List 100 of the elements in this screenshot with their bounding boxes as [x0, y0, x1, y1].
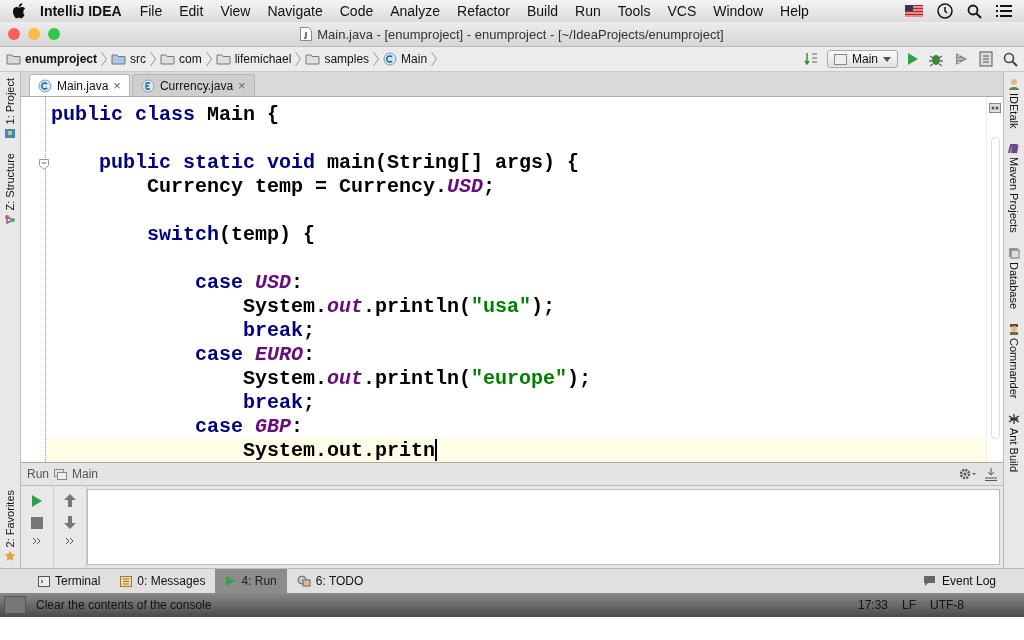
dropdown-arrow-icon — [883, 56, 891, 62]
more-icon[interactable] — [33, 538, 41, 544]
project-structure-icon[interactable] — [978, 51, 994, 67]
breadcrumb[interactable]: enumproject — [6, 52, 97, 66]
menu-item[interactable]: Window — [713, 3, 764, 19]
tool-window-tab[interactable]: 6: TODO — [286, 569, 374, 593]
line-separator[interactable]: LF — [902, 598, 916, 612]
code-line: Currency temp = Currency.USD; — [146, 174, 497, 198]
apple-logo-icon[interactable] — [12, 3, 26, 19]
commander-icon — [1008, 323, 1020, 336]
tool-window-tab[interactable]: 0: Messages — [110, 569, 216, 593]
window-icon — [54, 468, 67, 480]
flag-icon[interactable] — [905, 5, 923, 17]
package-folder-icon — [305, 53, 321, 65]
menu-icon[interactable] — [996, 5, 1012, 17]
menu-item[interactable]: View — [220, 3, 251, 19]
menu-item[interactable]: Refactor — [457, 3, 510, 19]
fold-marker-icon[interactable] — [39, 159, 49, 170]
tool-windows-toggle[interactable] — [4, 596, 26, 614]
terminal-icon — [38, 575, 50, 587]
code-line: System.out.println("usa"); — [242, 294, 557, 318]
menu-item[interactable]: Tools — [617, 3, 651, 19]
rerun-icon[interactable] — [31, 494, 43, 508]
console-output[interactable] — [87, 489, 1000, 565]
messages-icon — [120, 575, 133, 587]
tool-window-tab[interactable]: Z: Structure — [0, 153, 20, 226]
run-tab[interactable]: Main — [72, 467, 99, 481]
code-line: case USD: — [194, 270, 305, 294]
code-line: case GBP: — [194, 414, 305, 438]
tool-window-tab[interactable]: 2: Favorites — [0, 489, 20, 562]
sort-icon[interactable] — [804, 52, 818, 66]
run-configuration-dropdown[interactable]: Main — [827, 50, 898, 68]
more-icon[interactable] — [66, 538, 74, 544]
star-icon — [4, 550, 16, 562]
hide-panel-icon[interactable] — [985, 467, 997, 481]
maven-icon — [1008, 142, 1020, 155]
chevron-icon — [205, 51, 212, 67]
panel-title: Run — [27, 467, 49, 481]
cursor-position[interactable]: 17:33 — [857, 598, 888, 612]
tool-window-tab[interactable]: IDEtalk — [1004, 78, 1024, 129]
tool-window-tab[interactable]: 4: Run — [215, 569, 287, 593]
text-cursor — [435, 439, 438, 461]
package-folder-icon — [215, 53, 231, 65]
structure-icon — [4, 213, 16, 226]
folder-icon — [6, 53, 21, 65]
breadcrumb[interactable]: lifemichael — [215, 52, 292, 66]
search-icon[interactable] — [967, 3, 982, 19]
chevron-icon — [431, 51, 438, 67]
menu-item[interactable]: Code — [339, 3, 374, 19]
coverage-icon[interactable] — [953, 51, 969, 67]
event-log-tab[interactable]: Event Log — [922, 574, 996, 588]
run-icon[interactable] — [907, 52, 919, 66]
ant-icon — [1008, 412, 1020, 425]
down-arrow-icon[interactable] — [64, 516, 76, 529]
chevron-icon — [295, 51, 302, 67]
menu-item[interactable]: Help — [780, 3, 809, 19]
tool-window-tab[interactable]: 1: Project — [0, 78, 20, 140]
menu-item[interactable]: Navigate — [267, 3, 323, 19]
file-encoding[interactable]: UTF-8 — [930, 598, 964, 612]
tool-window-tab[interactable]: Database — [1004, 247, 1024, 310]
todo-icon — [296, 575, 311, 587]
inspector-icon[interactable] — [989, 103, 1001, 113]
chevron-icon — [101, 51, 107, 67]
code-line: System.out.println("europe"); — [242, 366, 593, 390]
tool-window-tab[interactable]: Commander — [1004, 323, 1024, 399]
tool-window-tab[interactable]: Terminal — [28, 569, 111, 593]
breadcrumb[interactable]: Main — [383, 52, 428, 66]
close-icon[interactable]: × — [113, 78, 121, 93]
class-icon — [383, 52, 398, 66]
menu-item[interactable]: File — [139, 3, 163, 19]
menu-item[interactable]: Run — [575, 3, 601, 19]
window-title: Main.java - [enumproject] - enumproject - [~/IdeaProjects/enumproject] — [317, 26, 724, 42]
close-window-button[interactable] — [8, 28, 20, 40]
tool-window-tab[interactable]: Ant Build — [1004, 412, 1024, 472]
app-menu[interactable]: IntelliJ IDEA — [40, 3, 122, 19]
up-arrow-icon[interactable] — [64, 494, 76, 507]
application-icon — [834, 53, 847, 65]
close-icon[interactable]: × — [238, 78, 246, 93]
breadcrumb[interactable]: samples — [305, 52, 370, 66]
class-icon — [38, 78, 52, 93]
breadcrumb[interactable]: com — [160, 52, 202, 66]
menu-item[interactable]: Build — [526, 3, 559, 19]
menu-item[interactable]: Analyze — [390, 3, 440, 19]
gear-icon[interactable] — [959, 468, 977, 480]
editor-tab[interactable]: Main.java × — [29, 74, 130, 96]
breadcrumb[interactable]: src — [111, 52, 146, 66]
scrollbar-thumb[interactable] — [991, 137, 1000, 439]
code-line: break; — [242, 390, 317, 414]
clock-icon[interactable] — [937, 3, 953, 19]
chevron-icon — [373, 51, 380, 67]
folder-icon — [4, 127, 16, 140]
status-message: Clear the contents of the console — [36, 598, 212, 612]
tool-window-tab[interactable]: Maven Projects — [1004, 142, 1024, 234]
search-icon[interactable] — [1003, 51, 1018, 67]
editor-tab[interactable]: Currency.java × — [131, 74, 255, 96]
java-file-icon — [300, 27, 313, 41]
menu-item[interactable]: VCS — [667, 3, 697, 19]
code-line: break; — [242, 318, 317, 342]
menu-item[interactable]: Edit — [179, 3, 204, 19]
chevron-icon — [150, 51, 156, 67]
